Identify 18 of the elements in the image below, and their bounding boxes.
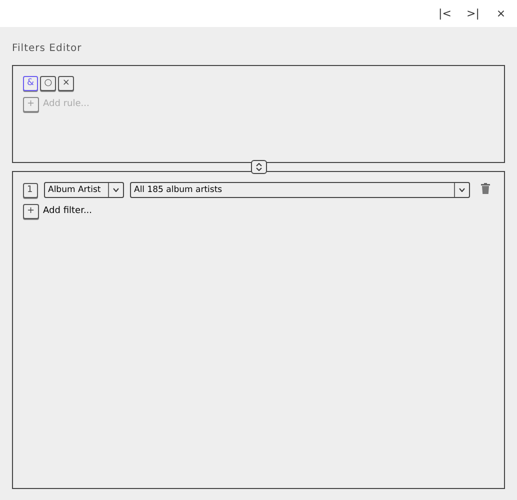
add-button[interactable]: + [23, 204, 39, 219]
panel-title: Filters Editor [11, 42, 83, 56]
caret-icon [459, 188, 465, 192]
value-dropdown[interactable]: All 185 album artists [130, 182, 470, 198]
first-button[interactable]: |< [433, 8, 457, 19]
caret-icon [113, 188, 119, 192]
resize-handle[interactable] [250, 160, 266, 174]
operator-button[interactable]: ○ [40, 76, 56, 91]
filter-index: 1 [23, 182, 38, 198]
field-dropdown[interactable]: Album Artist [44, 182, 124, 198]
resize-icon [256, 163, 262, 171]
operator-button[interactable]: × [58, 76, 74, 91]
trash-icon [480, 183, 490, 194]
operator-button[interactable]: & [23, 76, 38, 91]
delete-button[interactable] [480, 183, 490, 197]
close-button[interactable]: × [489, 8, 513, 19]
add-filter-link[interactable]: Add filter... [43, 204, 92, 218]
last-button[interactable]: >| [461, 8, 485, 19]
